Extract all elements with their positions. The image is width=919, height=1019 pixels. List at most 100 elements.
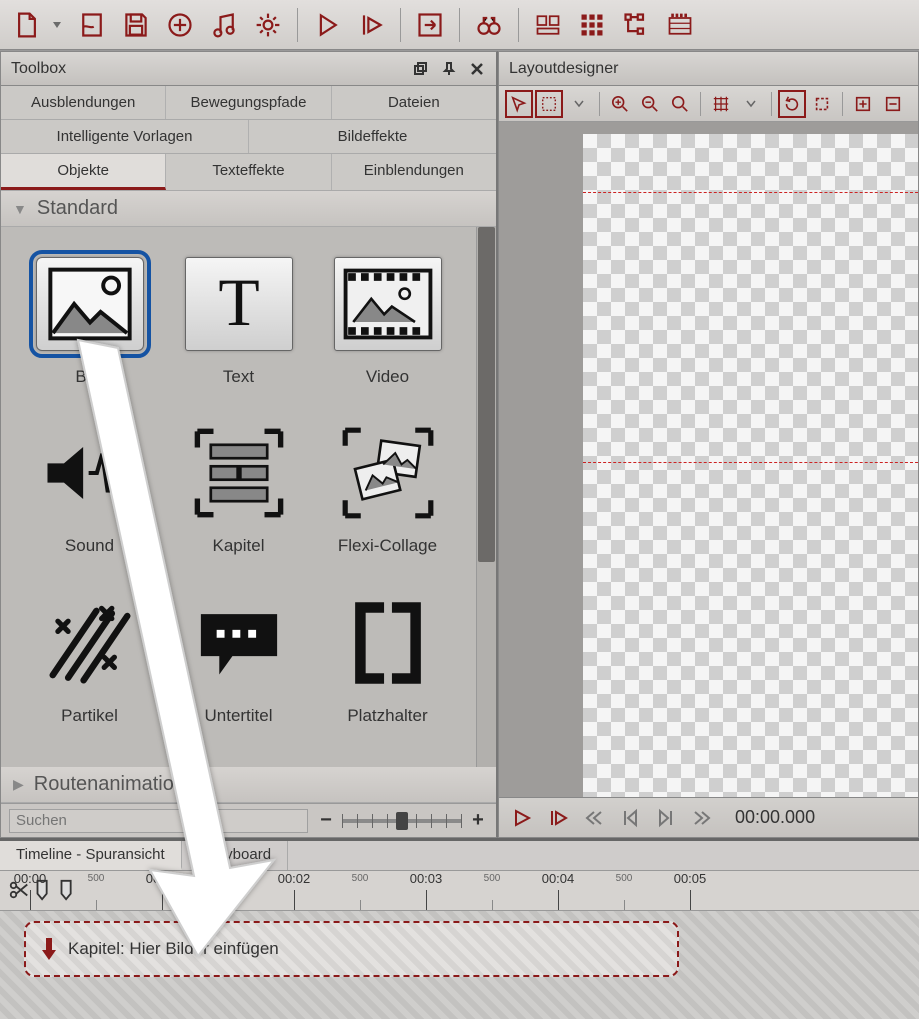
tab-timeline[interactable]: Timeline - Spuransicht	[0, 841, 182, 870]
text-icon: T	[185, 257, 293, 351]
tab-bildeffekte[interactable]: Bildeffekte	[249, 120, 496, 153]
arrow-down-icon	[40, 936, 58, 962]
placeholder-icon	[334, 596, 442, 690]
svg-text:T: T	[218, 265, 259, 340]
grid-toggle-button[interactable]	[707, 90, 735, 118]
layout-canvas[interactable]	[499, 122, 918, 797]
marker-right-icon[interactable]	[56, 879, 78, 905]
zoom-fit-button[interactable]	[666, 90, 694, 118]
object-item-sound[interactable]: Sound	[21, 426, 158, 573]
object-item-untertitel[interactable]: Untertitel	[170, 596, 307, 743]
object-item-kapitel[interactable]: Kapitel	[170, 426, 307, 573]
search-binoculars-button[interactable]	[470, 6, 508, 44]
rewind-button[interactable]	[581, 805, 607, 831]
next-frame-button[interactable]	[653, 805, 679, 831]
tab-bewegungspfade[interactable]: Bewegungspfade	[166, 86, 331, 119]
chapter-label: Kapitel: Hier Bilder einfügen	[68, 939, 279, 959]
panel-pin-icon[interactable]	[440, 60, 458, 78]
play-from-cursor-button[interactable]	[545, 805, 571, 831]
object-item-text[interactable]: T Text	[170, 257, 307, 404]
zoom-slider[interactable]	[342, 819, 462, 823]
rotate-button[interactable]	[778, 90, 806, 118]
toolbar-separator	[400, 8, 401, 42]
particles-icon	[36, 596, 144, 690]
select-tool-button[interactable]	[505, 90, 533, 118]
play-button[interactable]	[509, 805, 535, 831]
tab-dateien[interactable]: Dateien	[332, 86, 496, 119]
object-label: Flexi-Collage	[338, 536, 437, 556]
video-icon	[334, 257, 442, 351]
ruler-minor-label: 500	[484, 873, 501, 884]
settings-button[interactable]	[249, 6, 287, 44]
zoom-in-button[interactable]: +	[468, 809, 488, 832]
prev-frame-button[interactable]	[617, 805, 643, 831]
timeline-ruler[interactable]: 00:0050000:0150000:0250000:0350000:04500…	[0, 871, 919, 911]
marquee-tool-button[interactable]	[535, 90, 563, 118]
zoom-out-button[interactable]: −	[316, 809, 336, 832]
tab-intelligente-vorlagen[interactable]: Intelligente Vorlagen	[1, 120, 249, 153]
object-item-bild[interactable]: Bild	[21, 257, 158, 404]
zoom-in-canvas-button[interactable]	[606, 90, 634, 118]
remove-layer-button[interactable]	[879, 90, 907, 118]
subtitle-icon	[185, 596, 293, 690]
music-button[interactable]	[205, 6, 243, 44]
layout-toolbar	[499, 86, 918, 122]
tab-objekte[interactable]: Objekte	[1, 154, 166, 190]
section-routes-title: Routenanimationen	[34, 773, 207, 796]
add-layer-button[interactable]	[849, 90, 877, 118]
panel-close-icon[interactable]	[468, 60, 486, 78]
timeline-tabs: Timeline - Spuransicht Storyboard	[0, 841, 919, 871]
grid-view-button[interactable]	[573, 6, 611, 44]
tool-dropdown-arrow-icon[interactable]	[565, 90, 593, 118]
tool-dropdown-arrow-icon[interactable]	[737, 90, 765, 118]
chapter-clip[interactable]: Kapitel: Hier Bilder einfügen	[24, 921, 679, 977]
ruler-minor-label: 500	[220, 873, 237, 884]
ruler-label: 00:02	[278, 871, 311, 886]
open-button[interactable]	[73, 6, 111, 44]
object-item-video[interactable]: Video	[319, 257, 456, 404]
timeline-panel: Timeline - Spuransicht Storyboard 00:00 5…	[0, 839, 919, 1019]
new-file-dropdown-arrow-icon[interactable]	[53, 22, 61, 28]
add-button[interactable]	[161, 6, 199, 44]
play-from-button[interactable]	[352, 6, 390, 44]
toolbox-scrollbar[interactable]	[476, 227, 496, 767]
tab-ausblendungen[interactable]: Ausblendungen	[1, 86, 166, 119]
search-input[interactable]	[9, 809, 308, 833]
play-button[interactable]	[308, 6, 346, 44]
tab-texteffekte[interactable]: Texteffekte	[166, 154, 331, 190]
main-toolbar	[0, 0, 919, 50]
crop-button[interactable]	[808, 90, 836, 118]
tab-storyboard[interactable]: Storyboard	[182, 841, 288, 870]
ruler-minor-label: 500	[616, 873, 633, 884]
new-file-button[interactable]	[8, 6, 46, 44]
ruler-label: 00:00	[14, 871, 47, 886]
toolbar-separator	[518, 8, 519, 42]
playback-bar: 00:00.000	[499, 797, 918, 837]
object-label: Partikel	[61, 706, 118, 726]
layout-panels-button[interactable]	[529, 6, 567, 44]
export-button[interactable]	[411, 6, 449, 44]
panel-restore-icon[interactable]	[412, 60, 430, 78]
guide-line[interactable]	[583, 192, 918, 193]
tree-view-button[interactable]	[617, 6, 655, 44]
scrollbar-thumb[interactable]	[478, 227, 495, 562]
storyboard-panel-button[interactable]	[661, 6, 699, 44]
toolbox-search-row: − +	[1, 803, 496, 837]
object-item-partikel[interactable]: Partikel	[21, 596, 158, 743]
object-label: Bild	[75, 367, 103, 387]
toolbox-tabs-row1: Ausblendungen Bewegungspfade Dateien	[1, 86, 496, 120]
toolbox-title: Toolbox	[11, 60, 66, 78]
save-button[interactable]	[117, 6, 155, 44]
section-routes-header[interactable]: ▶ Routenanimationen	[1, 767, 496, 803]
zoom-slider-knob[interactable]	[396, 812, 408, 830]
section-standard-header[interactable]: ▼ Standard	[1, 191, 496, 227]
fast-forward-button[interactable]	[689, 805, 715, 831]
zoom-out-canvas-button[interactable]	[636, 90, 664, 118]
tab-einblendungen[interactable]: Einblendungen	[332, 154, 496, 190]
guide-line[interactable]	[583, 462, 918, 463]
object-item-platzhalter[interactable]: Platzhalter	[319, 596, 456, 743]
timeline-track[interactable]: Kapitel: Hier Bilder einfügen	[0, 911, 919, 1019]
object-item-flexi-collage[interactable]: Flexi-Collage	[319, 426, 456, 573]
toolbar-separator	[297, 8, 298, 42]
ruler-label: 00:03	[410, 871, 443, 886]
